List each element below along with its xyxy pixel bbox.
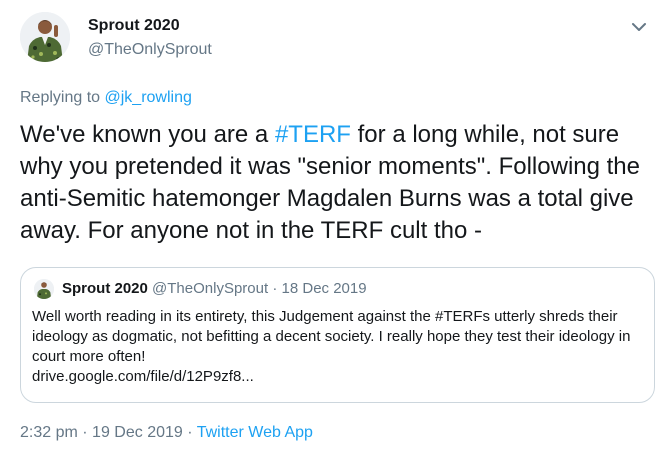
avatar[interactable]	[20, 12, 70, 62]
tweet-text-before: We've known you are a	[20, 121, 275, 148]
quoted-text: Well worth reading in its entirety, this…	[32, 307, 652, 387]
footer-separator: ·	[187, 424, 193, 441]
quoted-body: Well worth reading in its entirety, this…	[32, 308, 631, 365]
quoted-separator: ·	[272, 280, 278, 297]
quoted-date: 18 Dec 2019	[281, 280, 367, 297]
hashtag-link[interactable]: #TERF	[275, 121, 351, 148]
reply-mention-link[interactable]: @jk_rowling	[105, 89, 192, 106]
tweet-time[interactable]: 2:32 pm	[20, 424, 78, 441]
replying-to: Replying to @jk_rowling	[20, 89, 192, 107]
quoted-display-name: Sprout 2020	[62, 280, 148, 297]
quoted-avatar	[34, 279, 54, 299]
quoted-tweet[interactable]: Sprout 2020 @TheOnlySprout · 18 Dec 2019…	[20, 267, 655, 403]
quoted-header: Sprout 2020 @TheOnlySprout · 18 Dec 2019	[62, 280, 367, 297]
replying-prefix: Replying to	[20, 89, 101, 106]
tweet-text: We've known you are a #TERF for a long w…	[20, 119, 660, 247]
avatar-photo	[34, 279, 54, 299]
tweet-footer: 2:32 pm · 19 Dec 2019 · Twitter Web App	[20, 424, 313, 442]
source-link[interactable]: Twitter Web App	[197, 424, 313, 441]
tweet-date[interactable]: 19 Dec 2019	[92, 424, 183, 441]
author-display-name[interactable]: Sprout 2020	[88, 17, 180, 35]
author-handle[interactable]: @TheOnlySprout	[88, 41, 212, 59]
footer-separator: ·	[82, 424, 88, 441]
quoted-link[interactable]: drive.google.com/file/d/12P9zf8...	[32, 368, 254, 385]
avatar-photo	[20, 12, 70, 62]
quoted-handle: @TheOnlySprout	[152, 280, 269, 297]
chevron-down-icon[interactable]	[628, 16, 650, 38]
